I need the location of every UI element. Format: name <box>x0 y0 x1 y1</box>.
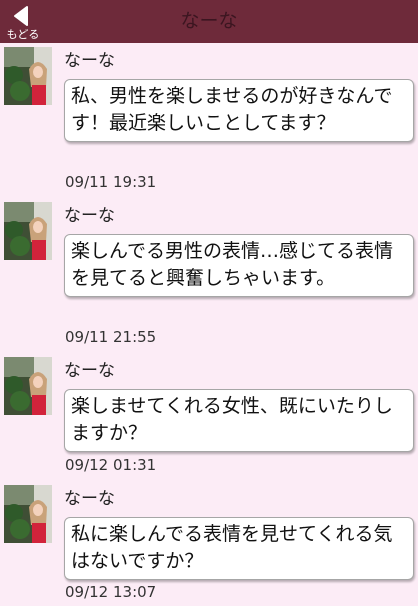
message-item: なーな 楽しませてくれる女性、既にいたりしますか？ 09/12 01:31 <box>0 353 418 481</box>
message-bubble: 私、男性を楽しませるのが好きなんです！最近楽しいことしてます？ <box>64 79 414 142</box>
message-timestamp: 09/12 01:31 <box>65 456 157 474</box>
message-item: なーな 私に楽しんでる表情を見せてくれる気はないですか？ 09/12 13:07 <box>0 481 418 606</box>
message-timestamp: 09/12 13:07 <box>65 583 157 601</box>
message-item: なーな 楽しんでる男性の表情…感じてる表情を見てると興奮しちゃいます。 09/1… <box>0 198 418 353</box>
avatar-photo <box>4 357 52 415</box>
avatar[interactable] <box>4 485 52 543</box>
sender-name: なーな <box>64 489 115 509</box>
message-item: なーな 私、男性を楽しませるのが好きなんです！最近楽しいことしてます？ 09/1… <box>0 43 418 198</box>
message-bubble: 楽しませてくれる女性、既にいたりしますか？ <box>64 389 414 452</box>
sender-name: なーな <box>64 361 115 381</box>
header-bar: もどる なーな <box>0 0 418 43</box>
message-bubble: 楽しんでる男性の表情…感じてる表情を見てると興奮しちゃいます。 <box>64 234 414 297</box>
avatar[interactable] <box>4 357 52 415</box>
avatar[interactable] <box>4 47 52 105</box>
page-title: なーな <box>180 10 238 32</box>
avatar[interactable] <box>4 202 52 260</box>
message-timestamp: 09/11 19:31 <box>65 173 157 191</box>
avatar-photo <box>4 202 52 260</box>
message-bubble: 私に楽しんでる表情を見せてくれる気はないですか？ <box>64 517 414 580</box>
avatar-photo <box>4 47 52 105</box>
avatar-photo <box>4 485 52 543</box>
message-timestamp: 09/11 21:55 <box>65 328 157 346</box>
sender-name: なーな <box>64 51 115 71</box>
message-list[interactable]: なーな 私、男性を楽しませるのが好きなんです！最近楽しいことしてます？ 09/1… <box>0 43 418 606</box>
sender-name: なーな <box>64 206 115 226</box>
